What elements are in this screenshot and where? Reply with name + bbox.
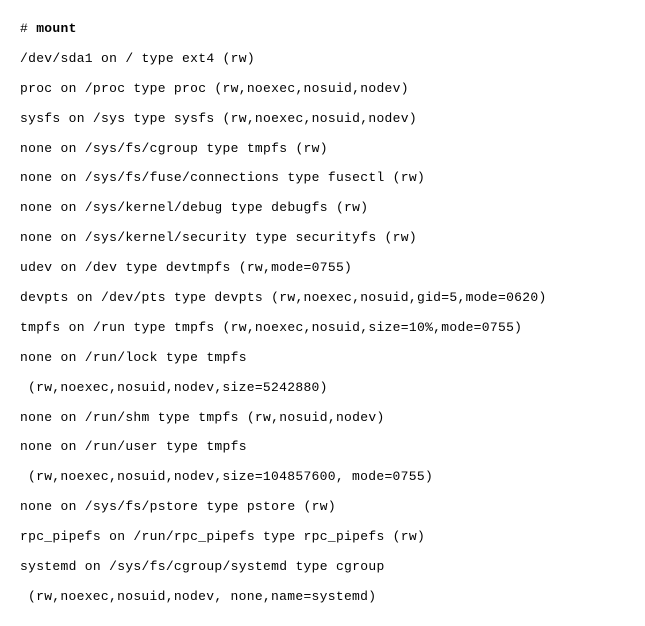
output-line: none on /sys/fs/cgroup type tmpfs (rw): [20, 134, 625, 164]
output-line: none on /run/shm type tmpfs (rw,nosuid,n…: [20, 403, 625, 433]
command-text: mount: [36, 21, 77, 36]
output-line: systemd on /sys/fs/cgroup/systemd type c…: [20, 552, 625, 582]
output-line: none on /run/lock type tmpfs: [20, 343, 625, 373]
output-line: none on /sys/fs/pstore type pstore (rw): [20, 492, 625, 522]
command-output: /dev/sda1 on / type ext4 (rw)proc on /pr…: [20, 44, 625, 612]
output-line: none on /sys/fs/fuse/connections type fu…: [20, 163, 625, 193]
output-line: rpc_pipefs on /run/rpc_pipefs type rpc_p…: [20, 522, 625, 552]
output-line: (rw,noexec,nosuid,nodev,size=104857600, …: [20, 462, 625, 492]
output-line: /dev/sda1 on / type ext4 (rw): [20, 44, 625, 74]
output-line: sysfs on /sys type sysfs (rw,noexec,nosu…: [20, 104, 625, 134]
output-line: (rw,noexec,nosuid,nodev, none,name=syste…: [20, 582, 625, 612]
output-line: (rw,noexec,nosuid,nodev,size=5242880): [20, 373, 625, 403]
output-line: udev on /dev type devtmpfs (rw,mode=0755…: [20, 253, 625, 283]
output-line: proc on /proc type proc (rw,noexec,nosui…: [20, 74, 625, 104]
output-line: none on /sys/kernel/security type securi…: [20, 223, 625, 253]
output-line: none on /sys/kernel/debug type debugfs (…: [20, 193, 625, 223]
output-line: none on /run/user type tmpfs: [20, 432, 625, 462]
shell-prompt: # mount: [20, 14, 625, 44]
prompt-symbol: #: [20, 21, 36, 36]
output-line: devpts on /dev/pts type devpts (rw,noexe…: [20, 283, 625, 313]
output-line: tmpfs on /run type tmpfs (rw,noexec,nosu…: [20, 313, 625, 343]
